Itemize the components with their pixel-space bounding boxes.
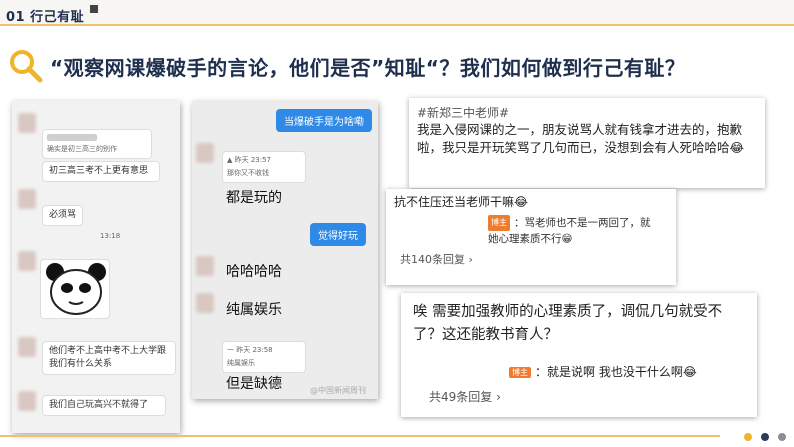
- chat-screenshot-1: 确实是初三高三的别作 初三高三考不上更有意思 必须骂 13:18 他们考不上高中…: [12, 101, 180, 433]
- avatar: [18, 189, 36, 209]
- chat-message: 纯属娱乐: [226, 302, 282, 318]
- reply-text: ：就是说啊 我也没干什么啊😂: [535, 365, 697, 379]
- panda-meme-image: [40, 259, 110, 319]
- dot-navy: [761, 433, 769, 441]
- decorative-dots: [744, 433, 786, 441]
- reply-line: 博主 ：就是说啊 我也没干什么啊😂: [509, 363, 745, 380]
- section-marker: [90, 5, 98, 13]
- sent-message: 当爆破手是为啥嘞: [276, 109, 372, 132]
- section-label: 01 行己有耻: [6, 10, 85, 25]
- comment-card-1: #新郑三中老师# 我是入侵网课的之一，朋友说骂人就有钱拿才进去的，抱歉啦，我只是…: [409, 98, 765, 188]
- timestamp: 13:18: [100, 232, 121, 240]
- avatar: [18, 337, 36, 357]
- avatar: [18, 391, 36, 411]
- chat-message: 但是缺德: [226, 376, 282, 392]
- avatar: [196, 293, 214, 313]
- chat-message: 他们考不上高中考不上大学跟我们有什么关系: [42, 341, 176, 375]
- quoted-message: 确实是初三高三的别作: [42, 129, 152, 159]
- reply-line: 博主 ：骂老师也不是一两回了，就她心理素质不行😁: [488, 215, 658, 247]
- comment-card-2: 抗不住压还当老师干嘛😂 博主 ：骂老师也不是一两回了，就她心理素质不行😁 共140…: [386, 189, 676, 285]
- chat-message: 必须骂: [42, 205, 84, 226]
- avatar: [18, 113, 36, 133]
- view-replies-link[interactable]: 共49条回复 ›: [429, 388, 745, 405]
- comment-card-3: 唉 需要加强教师的心理素质了，调侃几句就受不了？这还能教书育人？ 博主 ：就是说啊…: [401, 293, 757, 417]
- author-badge: 博主: [488, 215, 510, 231]
- author-badge: 博主: [509, 367, 531, 378]
- title-row: “观察网课爆破手的言论，他们是否”知耻“？我们如何做到行己有耻？: [8, 48, 685, 84]
- dot-gray: [778, 433, 786, 441]
- dot-yellow: [744, 433, 752, 441]
- chat-message: 初三高三考不上更有意思: [42, 161, 160, 182]
- magnifier-icon: [10, 50, 43, 83]
- chat-message: 都是玩的: [226, 190, 282, 206]
- top-bar: 01 行己有耻: [0, 0, 794, 26]
- reply-text: ：骂老师也不是一两回了，就她心理素质不行😁: [488, 217, 651, 245]
- view-replies-link[interactable]: 共140条回复 ›: [400, 251, 668, 267]
- page-title: “观察网课爆破手的言论，他们是否”知耻“？我们如何做到行己有耻？: [50, 55, 686, 80]
- avatar: [196, 143, 214, 163]
- quoted-message: 一 昨天 23:58 纯属娱乐: [222, 341, 306, 373]
- comment-text: 我是入侵网课的之一，朋友说骂人就有钱拿才进去的，抱歉啦，我只是开玩笑骂了几句而已…: [417, 122, 745, 155]
- bottom-divider: [0, 435, 720, 437]
- sent-message: 觉得好玩: [310, 223, 366, 246]
- watermark: @中国新闻周刊: [310, 386, 366, 395]
- comment-text: 唉 需要加强教师的心理素质了，调侃几句就受不了？这还能教书育人？: [413, 304, 723, 343]
- topic-tag[interactable]: #新郑三中老师#: [417, 104, 757, 121]
- avatar: [196, 256, 214, 276]
- chat-message: 哈哈哈哈: [226, 264, 282, 280]
- chat-message: 我们自己玩高兴不就得了: [42, 395, 166, 416]
- comment-text: 抗不住压还当老师干嘛😂: [394, 195, 529, 209]
- avatar: [18, 251, 36, 271]
- chat-screenshot-2: 当爆破手是为啥嘞 ▲ 昨天 23:57 那你又不收钱 都是玩的 觉得好玩 哈哈哈…: [192, 101, 378, 399]
- quoted-message: ▲ 昨天 23:57 那你又不收钱: [222, 151, 306, 183]
